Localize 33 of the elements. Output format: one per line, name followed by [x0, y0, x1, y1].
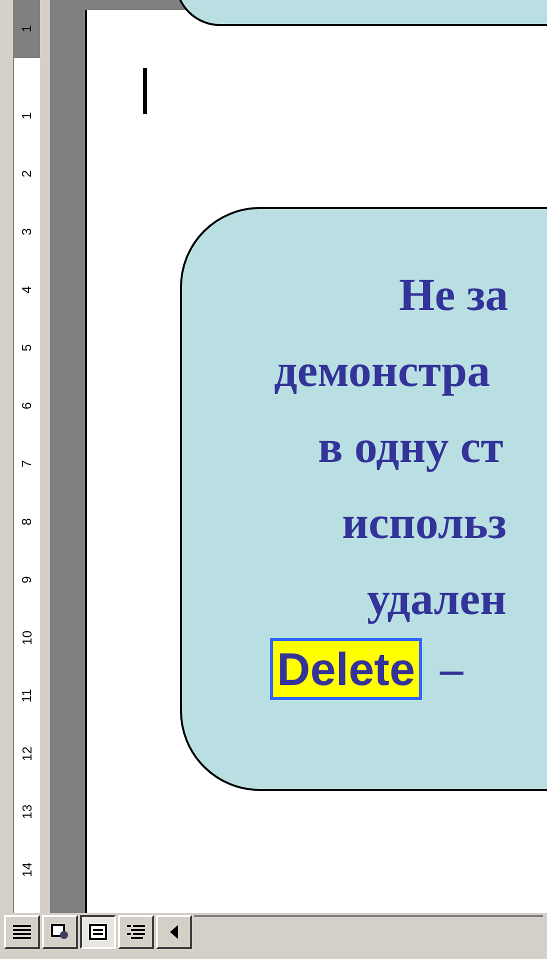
key-label: Delete — [270, 638, 422, 700]
callout-text-line: удален — [367, 572, 507, 626]
ruler-number: 9 — [18, 576, 36, 584]
ruler-number: 6 — [18, 402, 36, 410]
normal-view-button[interactable] — [4, 915, 40, 949]
ruler-number: 12 — [18, 746, 36, 762]
print-layout-button[interactable] — [80, 915, 116, 949]
outline-view-button[interactable] — [118, 915, 154, 949]
ruler-number: 14 — [18, 862, 36, 878]
web-view-button[interactable] — [42, 915, 78, 949]
ruler-number: 11 — [18, 689, 36, 703]
ruler-number: 3 — [18, 228, 36, 236]
ruler-number: 1 — [18, 25, 36, 33]
callout-text-line: Не за — [399, 268, 508, 322]
dash-text: – — [440, 642, 464, 696]
callout-text-line: демонстра — [274, 344, 490, 398]
ruler-number: 7 — [18, 460, 36, 468]
callout-text-line: в одну ст — [318, 420, 504, 474]
outline-icon — [127, 925, 145, 939]
ruler-number: 4 — [18, 286, 36, 294]
scroll-left-button[interactable] — [156, 915, 192, 949]
left-triangle-icon — [170, 925, 178, 939]
ruler-number: 10 — [18, 630, 36, 646]
page-layout-icon — [89, 924, 107, 940]
text-cursor — [143, 68, 147, 114]
ruler-number: 1 — [18, 112, 36, 120]
ruler-number: 13 — [18, 804, 36, 820]
ruler-number: 8 — [18, 518, 36, 526]
callout-text-line: использ — [342, 496, 506, 550]
ruler-number: 5 — [18, 344, 36, 352]
lines-icon — [13, 925, 31, 939]
page-globe-icon — [51, 924, 69, 940]
ruler-number: 2 — [18, 170, 36, 178]
